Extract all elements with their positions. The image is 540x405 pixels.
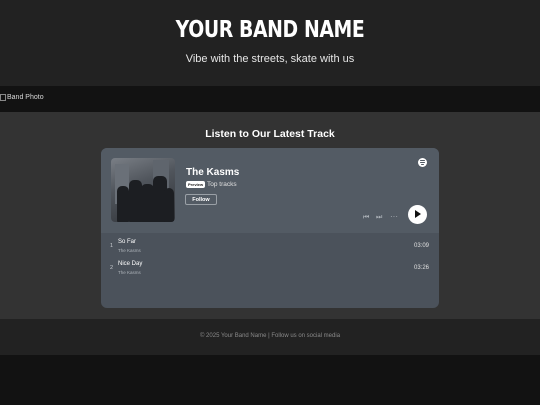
spotify-embed-player[interactable]: The Kasms Preview Top tracks Follow ⏮ ⏭ … (101, 148, 439, 308)
spotify-icon[interactable] (418, 158, 427, 167)
track-duration: 03:26 (413, 265, 429, 271)
band-photo-alt-text: Band Photo (7, 94, 44, 101)
skip-next-icon[interactable]: ⏭ (376, 214, 382, 222)
track-artist: The Kasms (118, 270, 141, 275)
track-artist: The Kasms (118, 248, 141, 253)
track-number: 1 (110, 243, 114, 249)
artist-title[interactable]: The Kasms (186, 167, 239, 178)
more-options-icon[interactable]: ··· (390, 212, 398, 221)
skip-previous-icon[interactable]: ⏮ (363, 214, 369, 222)
site-header: YOUR BAND NAME Vibe with the streets, sk… (0, 0, 540, 86)
band-name-title: YOUR BAND NAME (175, 17, 365, 43)
player-header: The Kasms Preview Top tracks Follow ⏮ ⏭ … (101, 148, 439, 233)
band-photo (0, 86, 540, 112)
preview-badge: Preview (186, 181, 206, 188)
broken-image-icon (0, 94, 6, 101)
play-icon[interactable] (408, 205, 427, 224)
track-number: 2 (110, 265, 114, 271)
track-row[interactable]: 2 Nice Day The Kasms 03:26 (101, 258, 439, 280)
footer-text: © 2025 Your Band Name | Follow us on soc… (199, 333, 341, 339)
track-title: Nice Day (118, 261, 143, 267)
band-photo-alt: Band Photo (0, 94, 44, 101)
follow-button[interactable]: Follow (185, 194, 217, 205)
album-art[interactable] (111, 158, 175, 222)
tagline: Vibe with the streets, skate with us (185, 53, 355, 65)
track-row[interactable]: 1 So Far The Kasms 03:09 (101, 236, 439, 258)
section-title: Listen to Our Latest Track (205, 128, 335, 140)
top-tracks-label: Top tracks (207, 181, 237, 188)
track-title: So Far (118, 239, 137, 245)
track-duration: 03:09 (413, 243, 429, 249)
